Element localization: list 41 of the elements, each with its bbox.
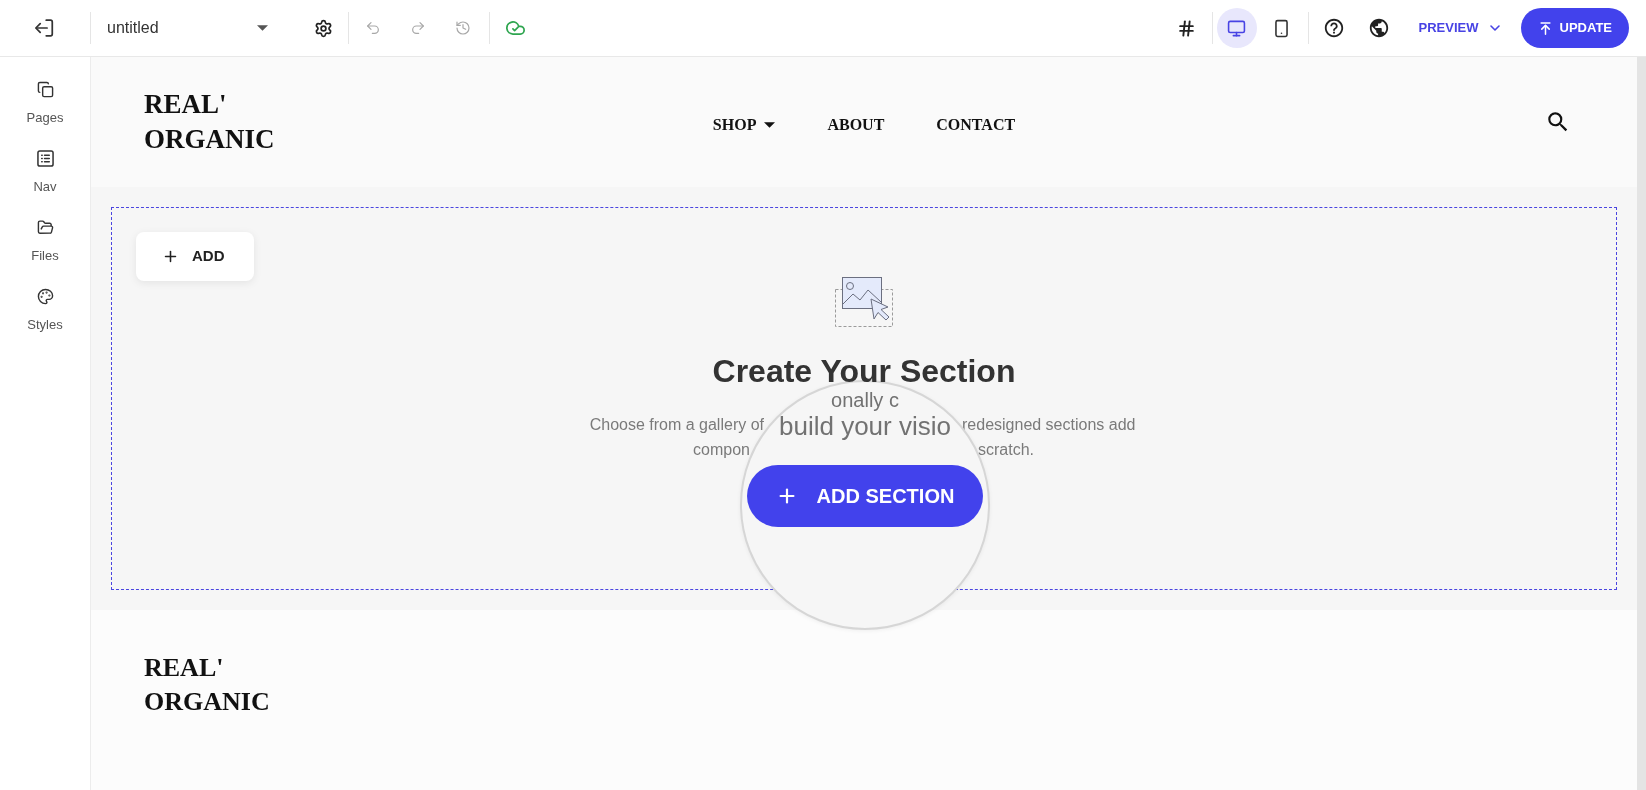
sidebar-item[interactable]: Styles [0, 278, 90, 347]
help-icon [1322, 17, 1345, 39]
exit-icon [34, 19, 54, 37]
stacked-pages-icon [36, 81, 54, 98]
magnified-text: onally c [831, 390, 899, 410]
description-text: compon [692, 440, 750, 460]
image-cursor-icon [835, 277, 893, 327]
section-heading: Create Your Section [712, 352, 1016, 390]
plus-icon [162, 248, 179, 265]
description-text: redesigned sections add [962, 415, 1137, 435]
cloud-check-icon [506, 21, 525, 35]
description-text: Choose from a gallery of [588, 415, 764, 435]
sidebar-item[interactable]: Files [0, 209, 90, 278]
nav-link[interactable]: ABOUT [827, 113, 885, 137]
undo-icon [365, 20, 381, 36]
grid-icon [1177, 18, 1197, 38]
document-title-dropdown[interactable]: untitled [91, 8, 280, 48]
sidebar-item[interactable]: Pages [0, 71, 90, 140]
desktop-view-button[interactable] [1216, 8, 1257, 48]
update-button[interactable]: UPDATE [1520, 8, 1629, 48]
settings-icon [313, 18, 333, 38]
preview-dropdown[interactable]: PREVIEW [1412, 8, 1509, 48]
redo-icon [410, 20, 426, 36]
nav-link[interactable]: CONTACT [936, 113, 1016, 137]
globe-icon [1367, 17, 1390, 39]
caret-icon [257, 25, 268, 31]
add-button[interactable]: ADD [136, 232, 254, 281]
nav-link[interactable]: SHOP [712, 113, 776, 137]
palette-icon [36, 288, 54, 305]
caret-icon [764, 122, 776, 128]
logo-text: REAL' ORGANIC [144, 88, 275, 156]
desktop-icon [1227, 18, 1247, 38]
folder-icon [36, 219, 54, 236]
description-text: scratch. [978, 440, 1035, 460]
list-icon [36, 150, 54, 167]
logo-text: REAL' ORGANIC [144, 652, 270, 718]
magnified-text: build your visio [779, 413, 951, 439]
add-section-button[interactable]: ADD SECTION [747, 465, 983, 527]
scrollbar-track[interactable] [1637, 57, 1646, 790]
history-icon [455, 20, 471, 36]
sidebar-item[interactable]: Nav [0, 140, 90, 209]
